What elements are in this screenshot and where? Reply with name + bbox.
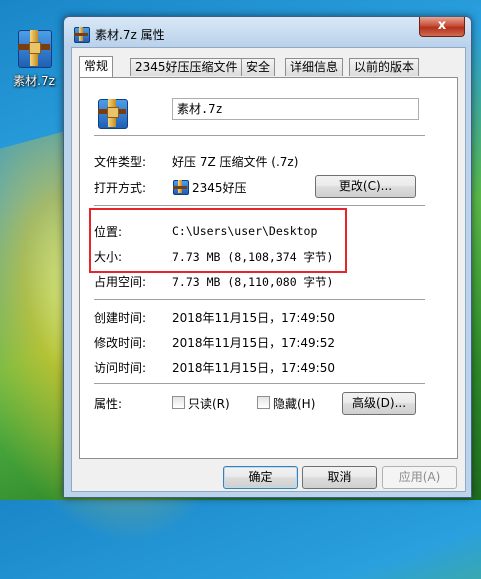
readonly-checkbox[interactable] xyxy=(172,396,185,409)
created-value: 2018年11月15日，17:49:50 xyxy=(172,311,335,325)
separator xyxy=(94,205,425,207)
archive-icon xyxy=(172,178,189,195)
modified-label: 修改时间: xyxy=(94,336,147,350)
archive-icon xyxy=(97,95,129,129)
hidden-label[interactable]: 隐藏(H) xyxy=(273,395,315,412)
close-button[interactable]: x xyxy=(419,17,465,37)
readonly-label[interactable]: 只读(R) xyxy=(188,395,230,412)
advanced-button[interactable]: 高级(D)... xyxy=(342,392,416,415)
size-on-disk-value: 7.73 MB (8,110,080 字节) xyxy=(172,275,334,289)
created-label: 创建时间: xyxy=(94,311,147,325)
accessed-label: 访问时间: xyxy=(94,361,147,375)
file-name-input[interactable]: 素材.7z xyxy=(172,98,419,120)
file-type-value: 好压 7Z 压缩文件 (.7z) xyxy=(172,155,299,169)
open-with-value: 2345好压 xyxy=(192,181,247,195)
separator xyxy=(94,135,425,137)
ok-button[interactable]: 确定 xyxy=(223,466,298,489)
hidden-checkbox[interactable] xyxy=(257,396,270,409)
desktop-file-label: 素材.7z xyxy=(13,74,55,88)
change-button[interactable]: 更改(C)... xyxy=(315,175,416,198)
title-bar[interactable]: 素材.7z 属性 x xyxy=(64,17,471,47)
tab-general[interactable]: 常规 xyxy=(79,56,114,77)
archive-icon xyxy=(73,25,90,43)
size-highlight-box xyxy=(89,208,347,273)
accessed-value: 2018年11月15日，17:49:50 xyxy=(172,361,335,375)
tab-security[interactable]: 安全 xyxy=(241,58,276,76)
cancel-button[interactable]: 取消 xyxy=(302,466,377,489)
archive-icon xyxy=(15,24,53,68)
tab-previous-versions[interactable]: 以前的版本 xyxy=(349,58,420,76)
apply-button[interactable]: 应用(A) xyxy=(382,466,457,489)
desktop-file-icon[interactable]: 素材.7z xyxy=(6,24,62,89)
open-with-label: 打开方式: xyxy=(94,181,147,195)
modified-value: 2018年11月15日，17:49:52 xyxy=(172,336,335,350)
window-title: 素材.7z 属性 xyxy=(95,28,165,42)
separator xyxy=(94,383,425,385)
file-type-label: 文件类型: xyxy=(94,155,147,169)
attributes-label: 属性: xyxy=(94,397,123,411)
tab-details[interactable]: 详细信息 xyxy=(285,58,344,76)
tab-2345-archive[interactable]: 2345好压压缩文件 xyxy=(130,58,243,76)
separator xyxy=(94,299,425,301)
size-on-disk-label: 占用空间: xyxy=(94,275,147,289)
